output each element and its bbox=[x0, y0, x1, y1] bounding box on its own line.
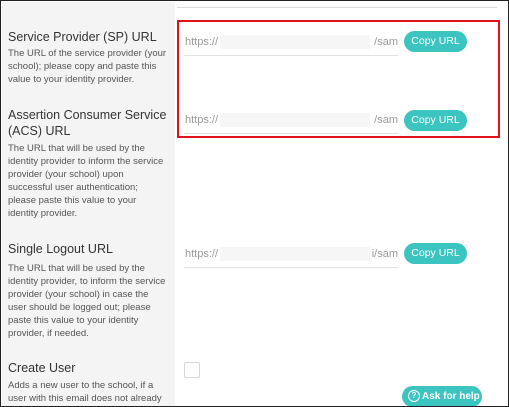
create-user-title: Create User bbox=[8, 361, 76, 375]
logout-url-field[interactable]: https:// i/sam bbox=[184, 242, 398, 268]
create-user-description: Adds a new user to the school, if a user… bbox=[8, 380, 162, 404]
acs-url-description: The URL that will be used by the identit… bbox=[8, 143, 164, 219]
sp-url-description: The URL of the service provider (your sc… bbox=[8, 48, 167, 85]
create-user-checkbox[interactable] bbox=[184, 362, 200, 378]
ask-for-help-label: Ask for help bbox=[422, 391, 480, 402]
settings-panel: Service Provider (SP) URL The URL of the… bbox=[0, 0, 509, 407]
question-circle-icon: ? bbox=[408, 390, 420, 402]
ask-for-help-button[interactable]: ? Ask for help bbox=[402, 386, 482, 406]
sp-url-title: Service Provider (SP) URL bbox=[8, 30, 157, 44]
redacted-url bbox=[220, 247, 370, 261]
highlight-box bbox=[177, 20, 500, 138]
acs-url-title: Assertion Consumer Service (ACS) URL bbox=[8, 108, 167, 138]
copy-logout-url-button[interactable]: Copy URL bbox=[404, 243, 467, 264]
logout-url-title: Single Logout URL bbox=[8, 242, 113, 256]
logout-url-description: The URL that will be used by the identit… bbox=[8, 263, 166, 339]
logout-url-prefix: https:// bbox=[185, 248, 219, 260]
logout-url-suffix: i/sam bbox=[371, 248, 398, 260]
divider bbox=[177, 7, 497, 8]
